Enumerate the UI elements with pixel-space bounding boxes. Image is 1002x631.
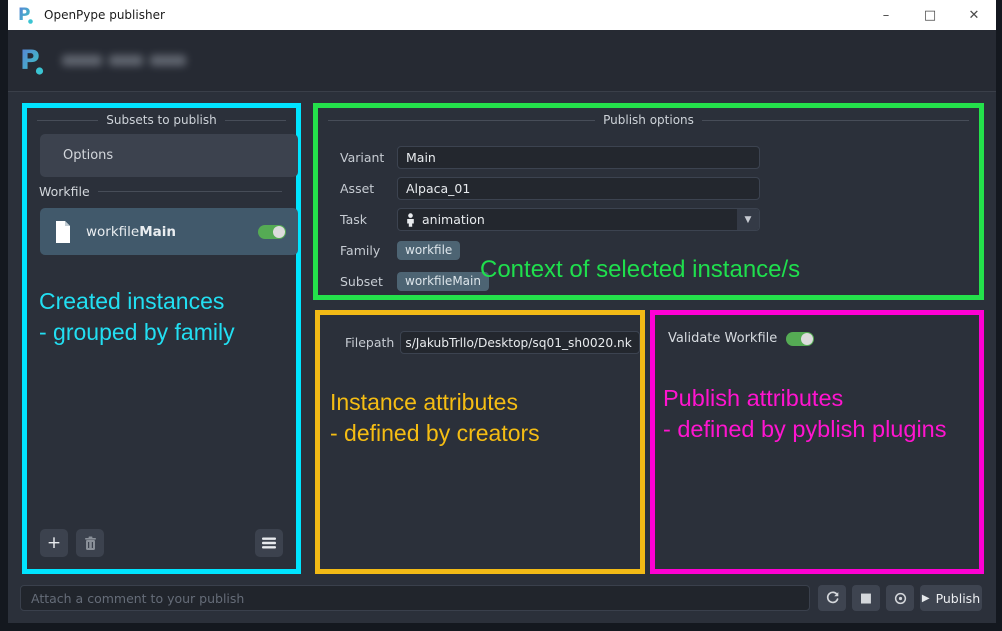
openpype-logo-icon: P: [20, 45, 46, 77]
instance-attributes-panel: Filepath Instance attributes - defined b…: [315, 310, 645, 574]
task-dropdown[interactable]: animation ▼: [397, 208, 760, 231]
subsets-panel-title: Subsets to publish: [37, 113, 286, 127]
refresh-icon: [825, 591, 840, 606]
validate-workfile-toggle[interactable]: [786, 332, 814, 346]
publish-attributes-panel: Validate Workfile Publish attributes - d…: [650, 310, 984, 574]
asset-label: Asset: [340, 181, 397, 196]
task-label: Task: [340, 212, 397, 227]
instance-label: workfileMain: [86, 224, 176, 240]
view-mode-button[interactable]: [255, 529, 283, 557]
openpype-logo-icon: P: [18, 5, 35, 25]
minimize-icon[interactable]: –: [864, 0, 908, 30]
subset-badge: workfileMain: [397, 272, 489, 291]
reset-button[interactable]: [818, 585, 846, 611]
publish-options-title: Publish options: [328, 113, 969, 127]
delete-instance-button[interactable]: [76, 529, 104, 557]
stop-button[interactable]: ■: [852, 585, 880, 611]
annotation-instance-attributes: Instance attributes - defined by creator…: [330, 387, 540, 449]
plus-icon: +: [47, 533, 61, 553]
variant-label: Variant: [340, 150, 397, 165]
publish-options-panel: Publish options Variant Asset Task: [313, 103, 984, 300]
family-group-label: Workfile: [39, 184, 90, 199]
window-controls: – □ ✕: [864, 0, 996, 30]
close-icon[interactable]: ✕: [952, 0, 996, 30]
title-bar: P OpenPype publisher – □ ✕: [8, 0, 996, 30]
asset-input[interactable]: [397, 177, 760, 200]
subsets-footer: +: [40, 529, 283, 557]
annotation-context: Context of selected instance/s: [480, 254, 800, 285]
menu-icon: [262, 537, 276, 549]
window-title: OpenPype publisher: [44, 8, 165, 22]
variant-input[interactable]: [397, 146, 760, 169]
annotation-publish-attributes: Publish attributes - defined by pyblish …: [663, 383, 946, 445]
redacted-context-text: [62, 55, 186, 66]
task-value: animation: [422, 212, 485, 227]
play-icon: ▶: [922, 593, 930, 604]
stop-icon: ■: [860, 591, 872, 606]
variant-row: Variant: [340, 146, 760, 169]
publish-button[interactable]: ▶ Publish: [920, 585, 982, 611]
asset-row: Asset: [340, 177, 760, 200]
validate-workfile-label: Validate Workfile: [668, 331, 777, 346]
options-button[interactable]: Options: [40, 134, 298, 177]
chevron-down-icon: ▼: [737, 209, 759, 230]
person-icon: [405, 213, 416, 227]
comment-input[interactable]: [20, 585, 810, 611]
validate-button[interactable]: [886, 585, 914, 611]
instance-toggle[interactable]: [258, 225, 286, 239]
family-group-header: Workfile: [39, 184, 282, 199]
maximize-icon[interactable]: □: [908, 0, 952, 30]
target-icon: [893, 591, 908, 606]
filepath-label: Filepath: [345, 335, 394, 350]
app-header: P: [8, 30, 996, 92]
annotation-created-instances: Created instances - grouped by family: [39, 286, 235, 348]
window-content: P Subsets to publish Options Workfile: [8, 30, 996, 623]
subset-label: Subset: [340, 274, 397, 289]
trash-icon: [84, 536, 97, 551]
subsets-panel: Subsets to publish Options Workfile work…: [22, 103, 301, 574]
validate-workfile-row: Validate Workfile: [668, 331, 814, 346]
publish-button-label: Publish: [936, 591, 981, 606]
file-icon: [52, 220, 74, 244]
family-label: Family: [340, 243, 397, 258]
family-badge: workfile: [397, 241, 460, 260]
filepath-row: Filepath: [345, 331, 640, 354]
task-row: Task animation ▼: [340, 208, 760, 231]
filepath-input[interactable]: [400, 331, 640, 354]
instance-item-workfile-main[interactable]: workfileMain: [40, 208, 298, 255]
openpype-publisher-window: P OpenPype publisher – □ ✕ P: [0, 0, 1002, 631]
add-instance-button[interactable]: +: [40, 529, 68, 557]
